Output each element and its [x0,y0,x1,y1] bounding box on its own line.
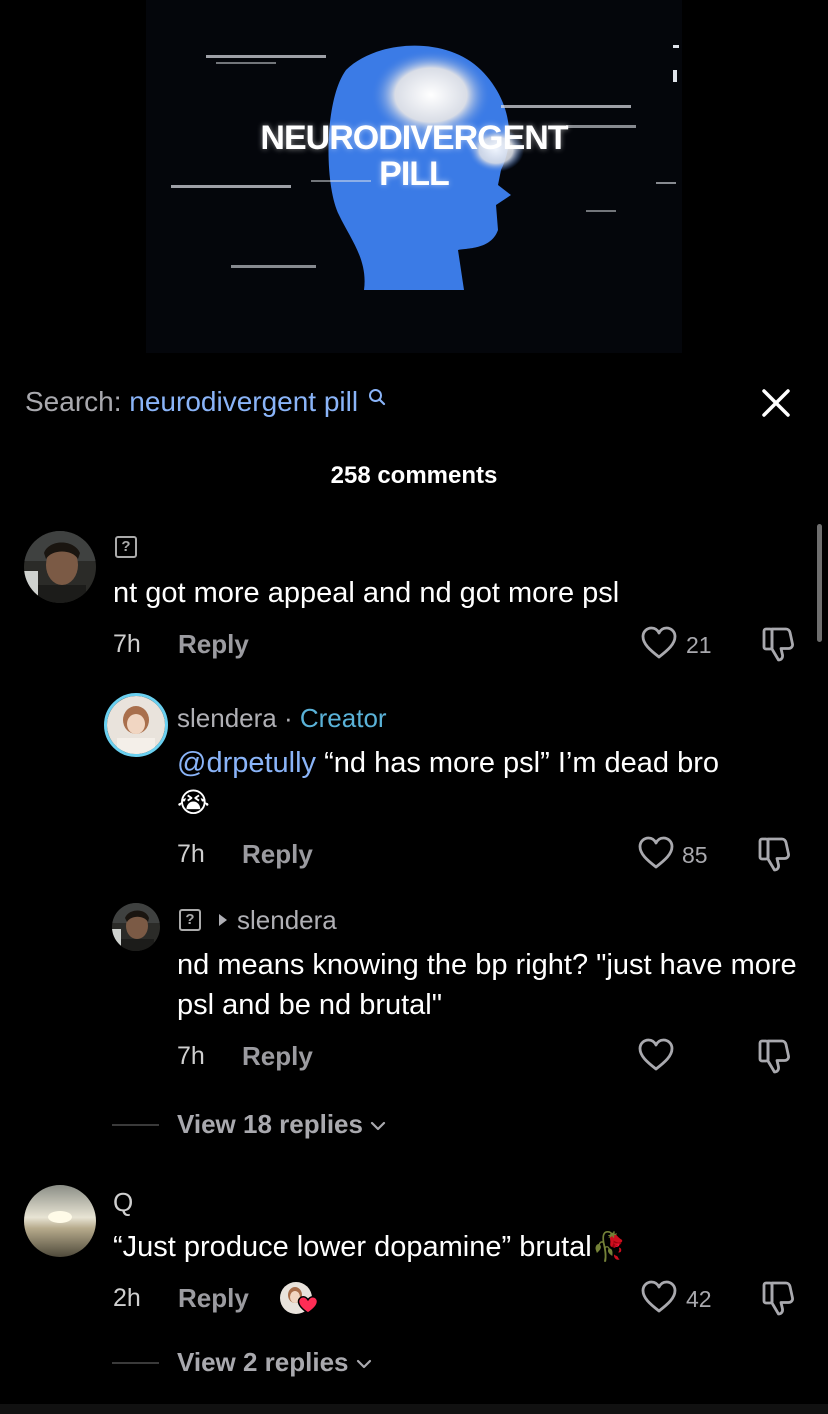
reply-username-line: slendera · Creator [177,703,387,734]
comment-time: 7h [177,1042,205,1070]
username-badge[interactable]: ? [115,536,137,558]
reply-to-username[interactable]: slendera [237,905,337,936]
close-icon[interactable] [758,385,794,421]
video-thumbnail[interactable]: NEURODIVERGENT PILL [146,0,682,353]
username-badge[interactable]: ? [179,909,201,931]
avatar[interactable] [112,903,160,951]
search-suggestion[interactable]: Search: neurodivergent pill [25,382,386,422]
reply-text: @drpetully “nd has more psl” I’m dead br… [177,743,797,823]
view-replies-label: View 2 replies [177,1347,349,1377]
avatar-image [112,903,160,951]
heart-badge-icon [297,1296,319,1314]
avatar-image [24,531,96,603]
username-link[interactable]: Q [113,1187,133,1218]
view-replies-label: View 18 replies [177,1109,363,1139]
like-count: 85 [682,842,708,868]
like-count: 21 [686,632,712,658]
creator-avatar[interactable] [104,693,168,757]
avatar-image [107,696,165,754]
heart-icon[interactable] [640,625,678,661]
comment-time: 7h [177,840,205,868]
avatar-image [24,1185,96,1257]
reply-text: nd means knowing the bp right? "just hav… [177,949,797,1021]
search-label: Search: [25,386,122,417]
reply-button[interactable]: Reply [178,629,249,660]
creator-badge: Creator [299,703,387,733]
comment-count: 258 comments [330,462,498,489]
search-icon [368,389,385,406]
heart-icon[interactable] [637,835,675,871]
bottom-edge [0,1404,828,1414]
reply-text-body: “nd has more psl” I’m dead bro [316,747,720,779]
mention-link[interactable]: @drpetully [177,747,316,779]
crying-emoji: 😭 [177,786,210,819]
search-term-link[interactable]: neurodivergent pill [129,386,358,417]
separator: · [283,703,293,733]
view-replies-button[interactable]: View 18 replies [177,1109,386,1140]
reply-button[interactable]: Reply [242,839,313,870]
avatar[interactable] [24,1185,96,1257]
video-title-text: NEURODIVERGENT PILL [260,119,568,193]
dislike-icon[interactable] [760,625,796,663]
comment-time: 2h [113,1284,141,1312]
comment-time: 7h [113,630,141,658]
heart-icon[interactable] [637,1037,675,1073]
dislike-icon[interactable] [756,1037,792,1075]
divider [112,1124,159,1126]
wilted-rose-emoji: 🥀 [591,1230,627,1263]
comment-text-body: “Just produce lower dopamine” brutal [113,1231,592,1263]
chevron-down-icon [356,1360,371,1369]
dislike-icon[interactable] [756,835,792,873]
like-count: 42 [686,1286,712,1312]
comment-text: “Just produce lower dopamine” brutal🥀 [113,1227,793,1267]
reply-button[interactable]: Reply [178,1283,249,1314]
dislike-icon[interactable] [760,1279,796,1317]
chevron-down-icon [371,1122,386,1131]
comment-text: nt got more appeal and nd got more psl [113,577,620,609]
play-triangle-icon [219,914,227,926]
avatar[interactable] [24,531,96,603]
username-link[interactable]: slendera [177,703,277,733]
divider [112,1362,159,1364]
view-replies-button[interactable]: View 2 replies [177,1347,372,1378]
scrollbar[interactable] [817,524,822,642]
reply-button[interactable]: Reply [242,1041,313,1072]
heart-icon[interactable] [640,1279,678,1315]
